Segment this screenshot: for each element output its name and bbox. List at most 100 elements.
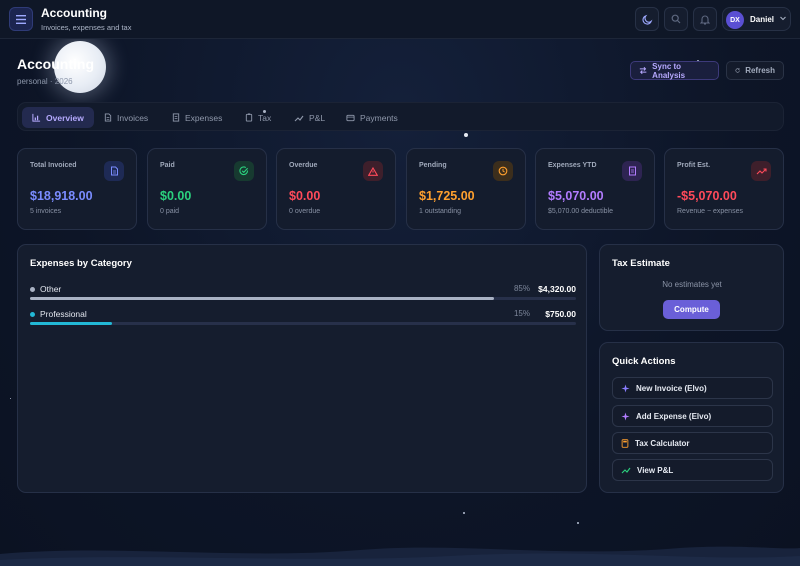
stat-note: Revenue − expenses	[677, 208, 743, 215]
page-title: Accounting	[17, 56, 94, 72]
category-name: Professional	[40, 309, 87, 319]
hills-decoration	[0, 546, 800, 566]
category-dot	[30, 287, 35, 292]
category-progress-track	[30, 322, 576, 325]
expenses-by-category-panel: Expenses by Category Other 85% $4,320.00…	[17, 244, 587, 493]
stat-value: -$5,070.00	[677, 189, 737, 203]
menu-button[interactable]	[9, 7, 33, 31]
tab-payments[interactable]: Payments	[336, 107, 408, 128]
category-progress-track	[30, 297, 576, 300]
moon-icon	[641, 14, 652, 25]
compute-button[interactable]: Compute	[663, 300, 720, 319]
quick-actions-panel: Quick Actions New Invoice (Elvo) Add Exp…	[599, 342, 784, 493]
notifications-button[interactable]	[693, 7, 717, 31]
stat-note: 5 invoices	[30, 208, 62, 215]
stat-note: 0 paid	[160, 208, 180, 215]
stat-value: $1,725.00	[419, 189, 475, 203]
stat-label: Paid	[160, 162, 175, 169]
stat-label: Pending	[419, 162, 447, 169]
category-progress-fill	[30, 297, 495, 300]
star-decoration	[463, 512, 465, 514]
sync-arrows-icon	[639, 66, 647, 75]
stat-card-expenses-ytd: Expenses YTD $5,070.00 $5,070.00 deducti…	[535, 148, 655, 230]
stat-label: Profit Est.	[677, 162, 711, 169]
avatar: DX	[726, 11, 744, 29]
category-dot	[30, 312, 35, 317]
trend-icon	[621, 467, 631, 474]
stat-value: $5,070.00	[548, 189, 604, 203]
stat-value: $0.00	[160, 189, 192, 203]
stat-card-paid: Paid $0.00 0 paid	[147, 148, 267, 230]
user-name: Daniel	[750, 15, 775, 24]
category-percent: 15%	[513, 309, 530, 318]
stat-card-total-invoiced: Total Invoiced $18,918.00 5 invoices	[17, 148, 137, 230]
category-name: Other	[40, 284, 62, 294]
tab-bar: Overview Invoices Expenses Tax P&L Payme…	[17, 102, 784, 131]
stat-card-profit-est: Profit Est. -$5,070.00 Revenue − expense…	[664, 148, 784, 230]
app-title: Accounting	[41, 6, 107, 20]
tax-estimate-panel: Tax Estimate No estimates yet Compute	[599, 244, 784, 331]
tab-label: Overview	[46, 112, 84, 123]
search-icon	[671, 14, 681, 24]
theme-toggle-button[interactable]	[635, 7, 659, 31]
bar-chart-icon	[32, 113, 41, 122]
view-pnl-button[interactable]: View P&L	[612, 459, 773, 481]
clock-icon	[493, 161, 513, 181]
new-invoice-button[interactable]: New Invoice (Elvo)	[612, 377, 773, 399]
document-icon	[104, 161, 124, 181]
add-expense-button[interactable]: Add Expense (Elvo)	[612, 405, 773, 427]
tab-overview[interactable]: Overview	[22, 107, 94, 128]
stat-label: Overdue	[289, 162, 318, 169]
app-subtitle: Invoices, expenses and tax	[41, 23, 132, 32]
stat-card-overdue: Overdue $0.00 0 overdue	[276, 148, 396, 230]
category-amount: $4,320.00	[538, 284, 576, 294]
action-label: View P&L	[637, 465, 674, 475]
tab-expenses[interactable]: Expenses	[162, 107, 232, 128]
panel-title: Quick Actions	[612, 356, 676, 367]
tab-indicator-dot	[263, 110, 266, 113]
tab-tax[interactable]: Tax	[235, 107, 281, 128]
category-row-professional: Professional 15% $750.00	[30, 309, 576, 329]
tab-label: P&L	[309, 112, 326, 123]
stat-value: $18,918.00	[30, 189, 93, 203]
tab-invoices[interactable]: Invoices	[94, 107, 158, 128]
trend-up-icon	[751, 161, 771, 181]
stat-note: 1 outstanding	[419, 208, 462, 215]
refresh-icon	[735, 68, 740, 73]
wallet-icon	[346, 114, 355, 121]
category-progress-fill	[30, 322, 112, 325]
sync-label: Sync to Analysis	[652, 61, 686, 80]
tab-label: Expenses	[185, 112, 223, 123]
receipt-icon	[172, 113, 180, 122]
tax-calculator-button[interactable]: Tax Calculator	[612, 432, 773, 454]
action-label: Add Expense (Elvo)	[636, 411, 712, 421]
check-circle-icon	[234, 161, 254, 181]
refresh-button[interactable]: Refresh	[726, 61, 784, 80]
tab-pnl[interactable]: P&L	[284, 107, 335, 128]
tab-label: Invoices	[117, 112, 149, 123]
stat-value: $0.00	[289, 189, 321, 203]
bell-icon	[700, 15, 710, 25]
category-row-other: Other 85% $4,320.00	[30, 284, 576, 304]
search-button[interactable]	[664, 7, 688, 31]
star-decoration	[10, 398, 11, 399]
action-label: Tax Calculator	[635, 438, 690, 448]
stat-label: Total Invoiced	[30, 162, 77, 169]
calculator-icon	[621, 438, 629, 448]
clipboard-icon	[245, 113, 253, 122]
top-bar: Accounting Invoices, expenses and tax DX…	[0, 0, 800, 39]
category-amount: $750.00	[545, 309, 576, 319]
action-label: New Invoice (Elvo)	[636, 383, 707, 393]
trend-icon	[294, 115, 304, 121]
receipt-icon	[622, 161, 642, 181]
stat-card-pending: Pending $1,725.00 1 outstanding	[406, 148, 526, 230]
empty-state-text: No estimates yet	[662, 280, 722, 289]
warning-icon	[363, 161, 383, 181]
sync-to-analysis-button[interactable]: Sync to Analysis	[630, 61, 719, 80]
page-subtitle: personal · 2026	[17, 77, 73, 86]
user-menu[interactable]: DX Daniel	[722, 7, 791, 31]
tab-label: Payments	[360, 112, 398, 123]
stat-note: $5,070.00 deductible	[548, 208, 613, 215]
panel-title: Tax Estimate	[612, 258, 670, 269]
panel-title: Expenses by Category	[30, 258, 132, 269]
